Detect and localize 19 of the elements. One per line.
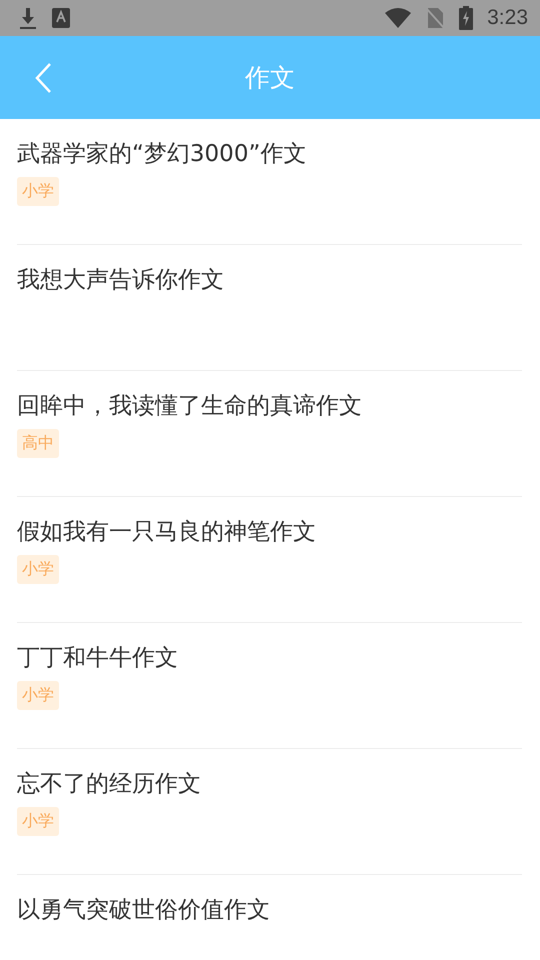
level-tag: 高中 [17,429,59,458]
wifi-icon [385,8,412,28]
level-tag: 小学 [17,681,59,710]
article-title[interactable]: 忘不了的经历作文 [17,768,201,799]
article-title[interactable]: 武器学家的“梦幻3000”作文 [17,138,306,169]
level-tag: 小学 [17,555,59,584]
article-title[interactable]: 丁丁和牛牛作文 [17,642,178,673]
status-time: 3:23 [487,6,528,30]
article-title[interactable]: 以勇气突破世俗价值作文 [17,894,270,925]
keyboard-icon [52,8,70,28]
page-title: 作文 [245,62,295,94]
level-tag: 小学 [17,177,59,206]
article-title[interactable]: 回眸中，我读懂了生命的真谛作文 [17,390,362,421]
level-tag: 小学 [17,807,59,836]
article-title[interactable]: 假如我有一只马良的神笔作文 [17,516,316,547]
article-title[interactable]: 我想大声告诉你作文 [17,264,224,295]
download-icon [18,6,38,30]
battery-icon [459,6,474,30]
no-sim-icon [425,7,446,29]
